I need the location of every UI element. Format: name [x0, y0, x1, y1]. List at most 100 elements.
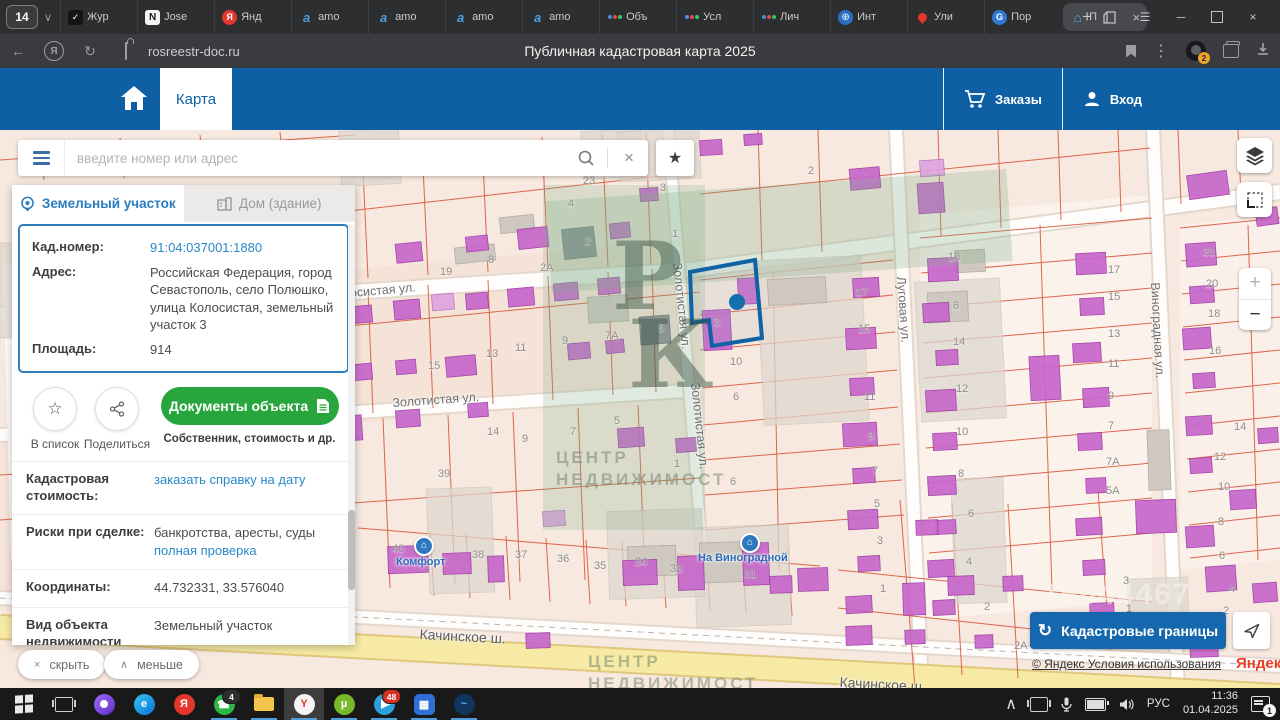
- language-indicator[interactable]: РУС: [1147, 698, 1170, 710]
- parcel-number: 14: [487, 426, 499, 438]
- geolocation-icon: [1242, 621, 1261, 640]
- poi-icon[interactable]: ⌂: [740, 533, 760, 553]
- cadastral-borders-button[interactable]: ↻ Кадастровые границы: [1030, 612, 1226, 649]
- browser-tab[interactable]: ⊕Инт: [830, 0, 907, 34]
- login-button[interactable]: Вход: [1062, 68, 1162, 130]
- parcel-number: 5: [614, 415, 620, 427]
- cast-icon[interactable]: [1030, 697, 1048, 712]
- detail-link[interactable]: заказать справку на дату: [154, 471, 341, 489]
- browser-tab[interactable]: aamo: [445, 0, 522, 34]
- url-text[interactable]: rosreestr-doc.ru: [148, 44, 240, 59]
- chevron-down-icon[interactable]: ∨: [44, 11, 52, 24]
- info-value-link[interactable]: 91:04:037001:1880: [150, 239, 335, 257]
- geolocation-button[interactable]: [1233, 612, 1270, 649]
- browser-tab[interactable]: NJose: [137, 0, 214, 34]
- search-input[interactable]: [65, 151, 567, 166]
- browser-tab[interactable]: Объ: [599, 0, 676, 34]
- panel-toggle-icon[interactable]: [1102, 10, 1116, 24]
- zoom-out-button[interactable]: −: [1239, 300, 1271, 331]
- notifications-icon[interactable]: 1: [1251, 696, 1270, 712]
- detail-row: Кадастровая стоимость:заказать справку н…: [12, 461, 355, 514]
- browser-tab[interactable]: G Пор: [984, 0, 1061, 34]
- detail-link[interactable]: полная проверка: [154, 542, 341, 560]
- back-icon[interactable]: ←: [0, 43, 36, 59]
- collections-icon[interactable]: [1223, 44, 1239, 58]
- kebab-menu-icon[interactable]: ⋮: [1153, 41, 1169, 61]
- parcel-number: 2А: [540, 262, 553, 274]
- browser-tab[interactable]: aamo: [522, 0, 599, 34]
- dots-favicon-icon: [607, 10, 622, 25]
- map-building: [1076, 517, 1103, 535]
- browser-tab[interactable]: aamo: [291, 0, 368, 34]
- browser-tab[interactable]: ЯЯнд: [214, 0, 291, 34]
- object-documents-button[interactable]: Документы объекта: [161, 387, 339, 425]
- tab-land-parcel[interactable]: Земельный участок: [12, 185, 184, 222]
- map-extent-button[interactable]: [1237, 182, 1272, 217]
- volume-icon[interactable]: [1119, 698, 1134, 711]
- home-icon[interactable]: [118, 83, 150, 118]
- parcel-number: 2: [808, 165, 814, 177]
- add-to-list-button[interactable]: ☆: [33, 387, 77, 431]
- menu-burger-icon[interactable]: [18, 140, 65, 176]
- downloads-icon[interactable]: [1256, 42, 1270, 61]
- taskbar-explorer-icon[interactable]: [244, 688, 284, 720]
- clock[interactable]: 11:36 01.04.2025: [1183, 690, 1238, 718]
- collapse-panel-button[interactable]: ∧ меньше: [104, 650, 199, 679]
- tab-label: Пор: [1011, 11, 1031, 23]
- taskbar-apps: eЯ☎4 Yµ48▦~: [0, 688, 484, 720]
- taskbar-calculator-icon[interactable]: ▦: [404, 688, 444, 720]
- zoom-in-button[interactable]: +: [1239, 268, 1271, 300]
- parcel-number: 2: [585, 235, 591, 247]
- yandex-logo[interactable]: Яндекс: [1236, 655, 1280, 672]
- taskbar-telegram-icon[interactable]: 48: [364, 688, 404, 720]
- battery-icon[interactable]: [1085, 698, 1106, 711]
- tab-counter[interactable]: 14: [6, 5, 38, 29]
- taskbar-start-icon[interactable]: [4, 688, 44, 720]
- scrollbar-thumb[interactable]: [348, 510, 355, 590]
- restore-icon[interactable]: [1210, 10, 1224, 24]
- refresh-icon[interactable]: ↻: [72, 43, 108, 60]
- profile-avatar[interactable]: 2: [1186, 41, 1206, 61]
- parcel-number: 6: [733, 391, 739, 403]
- taskbar-yandex-icon[interactable]: Я: [164, 688, 204, 720]
- tab-house[interactable]: Дом (здание): [184, 185, 356, 222]
- browser-tab[interactable]: Усл: [676, 0, 753, 34]
- taskbar-taskview-icon[interactable]: [44, 688, 84, 720]
- bookmark-icon[interactable]: [1126, 45, 1136, 58]
- minimize-icon[interactable]: ─: [1174, 10, 1188, 24]
- hide-panel-button[interactable]: × скрыть: [18, 650, 105, 679]
- map-attribution[interactable]: © Яндекс Условия использования: [1032, 657, 1221, 671]
- microphone-icon[interactable]: [1061, 697, 1072, 712]
- gblue-favicon-icon: G: [992, 10, 1007, 25]
- share-button[interactable]: [95, 387, 139, 431]
- favorites-button[interactable]: ★: [656, 140, 694, 176]
- browser-tab[interactable]: Лич: [753, 0, 830, 34]
- browser-tab[interactable]: aamo: [368, 0, 445, 34]
- layers-button[interactable]: [1237, 138, 1272, 173]
- taskbar-paint3d-icon[interactable]: ~: [444, 688, 484, 720]
- tray-expand-icon[interactable]: ∧: [1005, 694, 1017, 714]
- yandex-search-icon[interactable]: Я: [36, 41, 72, 61]
- poi-label[interactable]: На Виноградной: [698, 552, 788, 564]
- menu-icon[interactable]: ☰: [1138, 10, 1152, 24]
- taskbar-edge-icon[interactable]: e: [124, 688, 164, 720]
- poi-icon[interactable]: ⌂: [414, 536, 434, 556]
- browser-tab[interactable]: Ули: [907, 0, 984, 34]
- parcel-number: 39: [438, 468, 450, 480]
- panel-scrollbar[interactable]: [348, 225, 355, 645]
- search-icon[interactable]: [567, 149, 605, 167]
- taskbar-alice-icon[interactable]: [84, 688, 124, 720]
- taskbar-whatsapp-icon[interactable]: ☎4: [204, 688, 244, 720]
- orders-button[interactable]: Заказы: [943, 68, 1062, 130]
- close-icon[interactable]: ×: [1246, 10, 1260, 24]
- tab-map[interactable]: Карта: [160, 68, 232, 130]
- taskbar-yandex-browser-icon[interactable]: Y: [284, 688, 324, 720]
- taskbar: eЯ☎4 Yµ48▦~ ∧ РУС 11:36 01.04.2025 1: [0, 688, 1280, 720]
- browser-tab[interactable]: ✓Жур: [60, 0, 137, 34]
- parcel-number: 20: [1206, 278, 1218, 290]
- poi-label[interactable]: Комфорт: [396, 556, 445, 568]
- map-building: [928, 475, 957, 495]
- new-tab-button[interactable]: +: [1082, 7, 1092, 27]
- taskbar-utorrent-icon[interactable]: µ: [324, 688, 364, 720]
- clear-search-icon[interactable]: ×: [610, 148, 648, 168]
